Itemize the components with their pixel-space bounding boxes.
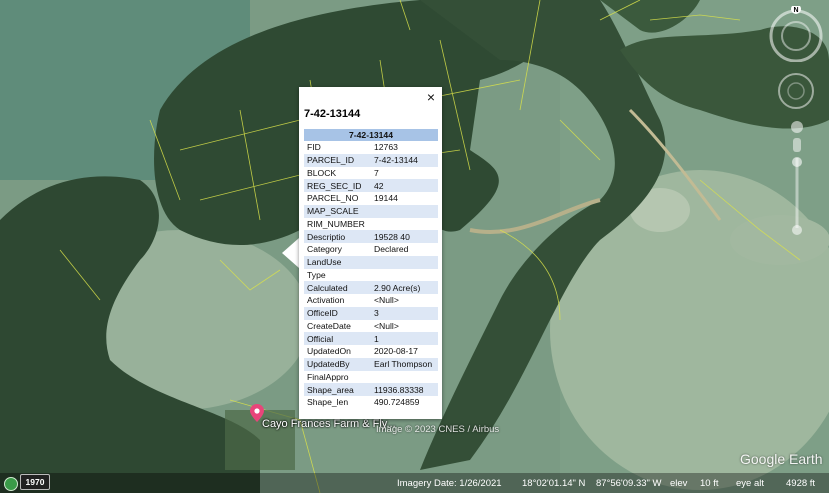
- attribute-value: 7-42-13144: [371, 153, 438, 167]
- table-row: PARCEL_NO 19144: [304, 192, 438, 205]
- attribute-value: [371, 204, 438, 218]
- imagery-date: Imagery Date: 1/26/2021: [397, 478, 502, 489]
- attribute-value: 7: [374, 167, 379, 178]
- attribute-value: 2020-08-17: [374, 346, 418, 357]
- table-row: LandUse: [304, 255, 438, 269]
- attribute-value: 12763: [374, 142, 398, 153]
- attribute-key: Type: [307, 269, 326, 280]
- attribute-value: 3: [371, 306, 438, 320]
- attribute-key: Activation: [307, 295, 345, 306]
- elevation-value: 10 ft: [700, 478, 719, 489]
- attribute-key: UpdatedOn: [307, 346, 351, 357]
- table-row: OfficeID 3: [304, 306, 438, 320]
- table-row: MAP_SCALE: [304, 204, 438, 218]
- attribute-key: Shape_len: [307, 397, 349, 408]
- attribute-value: 490.724859: [374, 397, 420, 408]
- table-row: FinalAppro: [304, 371, 438, 384]
- table-row: Descriptio 19528 40: [304, 230, 438, 243]
- historical-year-chip[interactable]: 1970: [20, 474, 50, 490]
- zoom-slider[interactable]: [788, 118, 806, 236]
- eye-alt-value: 4928 ft: [786, 478, 816, 489]
- attribute-key: RIM_NUMBER: [307, 218, 365, 229]
- attribute-value: 42: [371, 179, 438, 192]
- table-row: RIM_NUMBER: [304, 218, 438, 231]
- eye-alt-label: eye alt: [736, 478, 764, 489]
- attribute-key: Category: [307, 244, 342, 255]
- attribute-key: MAP_SCALE: [304, 204, 371, 218]
- table-row: FID 12763: [304, 141, 438, 154]
- attribute-value: 11936.83338: [371, 383, 438, 396]
- table-row: UpdatedOn 2020-08-17: [304, 345, 438, 358]
- table-row: PARCEL_ID 7-42-13144: [304, 153, 438, 167]
- attribute-value: <Null>: [374, 295, 399, 306]
- attribute-key: LandUse: [304, 255, 371, 269]
- attribute-table: 7-42-13144 FID 12763 PARCEL_ID 7-42-13144 BL…: [304, 129, 438, 409]
- table-header: 7-42-13144: [304, 129, 438, 141]
- attribute-key: BLOCK: [307, 167, 337, 178]
- attribute-value: [371, 371, 438, 384]
- table-row: REG_SEC_ID 42: [304, 179, 438, 192]
- attribute-value: <Null>: [374, 320, 399, 331]
- attribute-value: Earl Thompson: [371, 357, 438, 371]
- google-earth-logo: Google Earth: [740, 451, 823, 467]
- attribute-key: Descriptio: [304, 230, 371, 243]
- table-row: Activation <Null>: [304, 294, 438, 307]
- table-row: UpdatedBy Earl Thompson: [304, 357, 438, 371]
- attribute-value: [371, 255, 438, 269]
- attribute-key: PARCEL_ID: [304, 153, 371, 167]
- table-row: Shape_len 490.724859: [304, 396, 438, 409]
- table-row: Type: [304, 269, 438, 282]
- parcel-info-popup: × 7-42-13144 7-42-13144 FID 12763 PARCEL_I…: [299, 87, 442, 419]
- latitude: 18°02'01.14" N: [522, 478, 586, 489]
- attribute-key: UpdatedBy: [304, 357, 371, 371]
- look-joystick[interactable]: [777, 72, 815, 110]
- table-row: Category Declared: [304, 243, 438, 256]
- attribute-value: [371, 218, 438, 231]
- attribute-key: REG_SEC_ID: [304, 179, 371, 192]
- attribute-key: Calculated: [304, 281, 371, 294]
- attribute-value: 19528 40: [371, 230, 438, 243]
- popup-tail: [282, 238, 299, 268]
- elevation-label: elev: [670, 478, 688, 489]
- attribute-key: FID: [307, 142, 321, 153]
- imagery-copyright: Image © 2023 CNES / Airbus: [376, 424, 500, 435]
- close-icon[interactable]: ×: [424, 90, 438, 104]
- attribute-key: Shape_area: [304, 383, 371, 396]
- attribute-value: [371, 269, 438, 282]
- longitude: 87°56'09.33" W: [596, 478, 662, 489]
- attribute-value: 2.90 Acre(s): [371, 281, 438, 294]
- table-row: BLOCK 7: [304, 167, 438, 180]
- compass-control[interactable]: N: [768, 6, 824, 62]
- table-row: Official 1: [304, 332, 438, 345]
- table-row: Calculated 2.90 Acre(s): [304, 281, 438, 294]
- attribute-key: OfficeID: [304, 306, 371, 320]
- attribute-value: 19144: [374, 193, 398, 204]
- table-row: CreateDate <Null>: [304, 320, 438, 333]
- attribute-key: PARCEL_NO: [307, 193, 359, 204]
- table-row: Shape_area 11936.83338: [304, 383, 438, 396]
- attribute-value: 1: [371, 332, 438, 345]
- attribute-value: Declared: [374, 244, 409, 255]
- historical-imagery-icon[interactable]: [4, 477, 18, 491]
- attribute-key: Official: [304, 332, 371, 345]
- attribute-key: FinalAppro: [307, 371, 349, 382]
- compass-north-label: N: [793, 7, 798, 14]
- popup-title: 7-42-13144: [304, 108, 361, 120]
- attribute-key: CreateDate: [307, 320, 351, 331]
